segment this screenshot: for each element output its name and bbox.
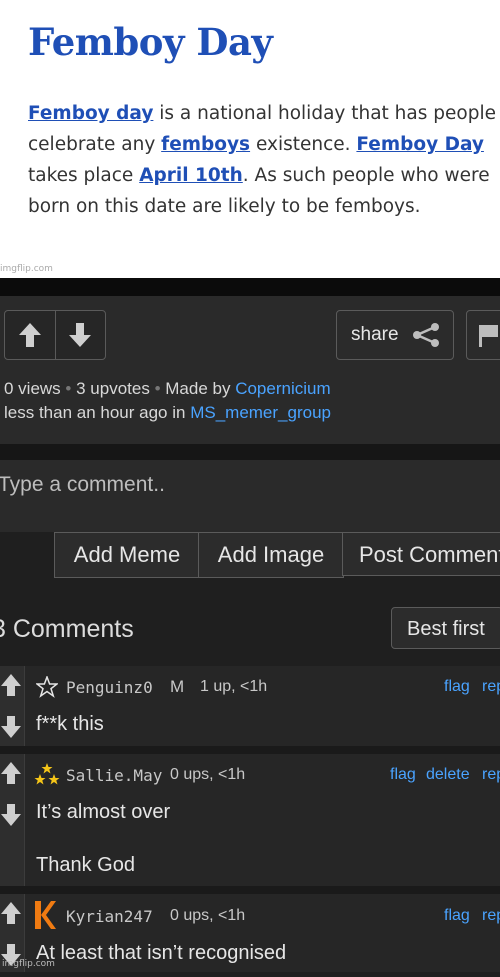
comment-username[interactable]: Sallie.May [66,766,162,785]
mod-badge: M [170,677,185,696]
definition-text-segment: existence. [250,134,357,155]
definition-link[interactable]: femboys [161,134,250,155]
flag-link[interactable]: flag [390,766,416,784]
star-outline-icon [36,676,58,698]
time-label: less than an hour ago in [4,403,186,422]
post-meta-line1: 0 views • 3 upvotes • Made by Coperniciu… [4,379,331,399]
definition-text-segment: takes place [28,165,140,186]
comment-input[interactable]: Type a comment.. [0,460,500,532]
comment-vote-icons [1,674,21,738]
watermark: imgflip.com [2,959,55,969]
reply-link[interactable]: rep [482,907,500,925]
comment-vote-icons [1,762,21,826]
arrow-up-icon [19,323,41,347]
made-by-label: Made by [165,379,231,398]
definition-link[interactable]: Femboy day [28,103,153,124]
share-label: share [351,324,399,345]
upvote-button[interactable] [5,311,56,359]
comment-score: 0 ups, <1h [170,907,246,924]
vote-box [4,310,106,360]
comment-username[interactable]: Penguinz0 [66,678,153,697]
comment-text: At least that isn’t recognised [36,942,287,964]
comment-text: f**k this [36,713,104,735]
flag-link[interactable]: flag [444,678,470,696]
comment-score: 1 up, <1h [200,678,268,695]
arrow-up-icon [1,762,21,784]
definition-card: Femboy Day Femboy day is a national holi… [0,0,500,278]
comment-item: Kyrian247 0 ups, <1h flag rep At least t… [0,894,500,972]
downvote-button[interactable] [55,311,105,359]
comment-vote [0,666,25,746]
definition-link[interactable]: Femboy Day [356,134,484,155]
comment-text: Thank God [36,854,135,876]
comment-item: Sallie.May 0 ups, <1h flag delete rep It… [0,754,500,887]
comment-username[interactable]: Kyrian247 [66,907,153,926]
upvote-count: 3 upvotes [76,379,150,398]
definition-text: Femboy day is a national holiday that ha… [28,98,498,222]
comment-text: It’s almost over [36,801,171,823]
arrow-up-icon [1,902,21,924]
watermark: imgflip.com [0,264,53,274]
arrow-up-icon [1,674,21,696]
view-count: 0 views [4,379,61,398]
comment-score: 0 ups, <1h [170,766,246,783]
separator [0,746,500,754]
definition-title: Femboy Day [28,20,273,64]
reply-link[interactable]: rep [482,678,500,696]
arrow-down-icon [1,804,21,826]
group-link[interactable]: MS_memer_group [190,403,331,422]
reply-link[interactable]: rep [482,766,500,784]
separator [0,278,500,296]
comment-vote [0,754,25,886]
flag-button[interactable] [466,310,500,360]
separator-dot: • [154,379,161,398]
add-image-button[interactable]: Add Image [198,532,344,578]
flag-icon [479,325,498,347]
arrow-down-icon [69,323,91,347]
add-meme-button[interactable]: Add Meme [54,532,200,578]
author-link[interactable]: Copernicium [235,379,330,398]
sort-dropdown[interactable]: Best first [391,607,500,649]
share-icon [413,323,439,347]
arrow-down-icon [1,716,21,738]
stars-cluster-icon [34,763,60,785]
separator [0,886,500,894]
post-meta-line2: less than an hour ago in MS_memer_group [4,403,331,423]
comment-count: 3 Comments [0,615,134,643]
share-button[interactable]: share [336,310,454,360]
definition-link[interactable]: April 10th [139,165,243,186]
separator-dot: • [65,379,72,398]
separator [0,444,500,460]
comment-placeholder: Type a comment.. [0,473,165,496]
k-logo-icon [35,901,56,929]
post-comment-button[interactable]: Post Comment [342,532,500,576]
flag-link[interactable]: flag [444,907,470,925]
post-panel: share 0 views • 3 upvotes • Made by Cope… [0,296,500,444]
comment-item: Penguinz0 M 1 up, <1h flag rep f**k this [0,666,500,747]
delete-link[interactable]: delete [426,766,470,784]
